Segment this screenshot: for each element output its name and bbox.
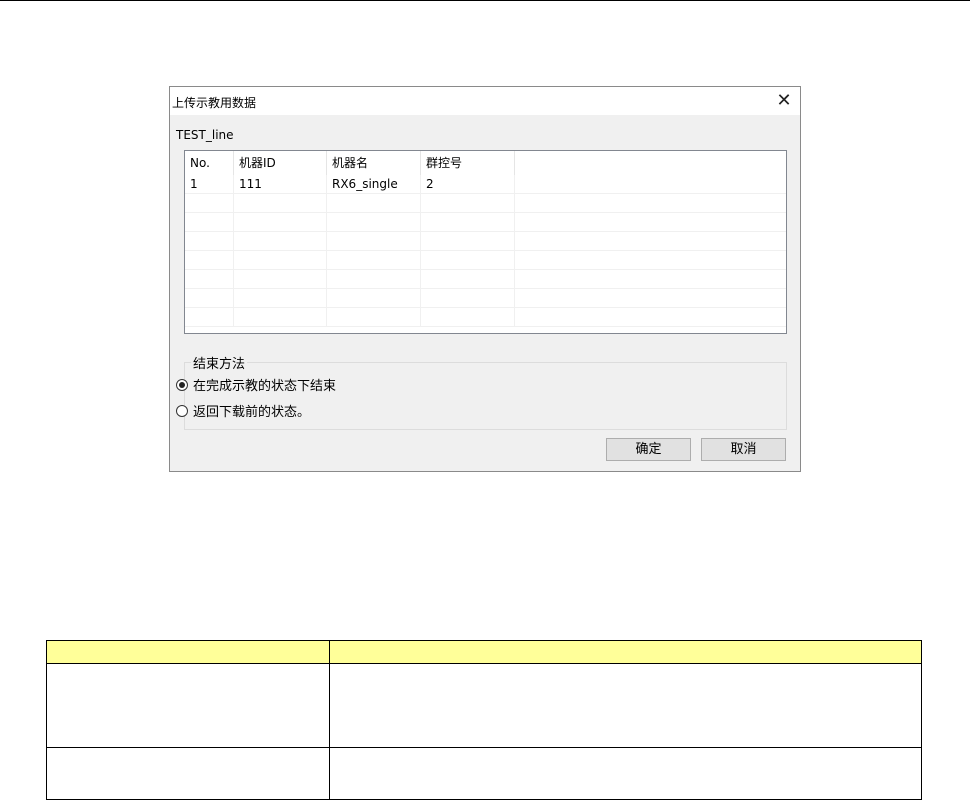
page-top-rule <box>0 0 970 1</box>
empty-row <box>185 251 786 270</box>
radio-label: 在完成示教的状态下结束 <box>193 379 337 394</box>
empty-row <box>185 194 786 213</box>
column-header-filler <box>515 151 786 175</box>
doc-table-cell <box>329 747 922 800</box>
list-item[interactable]: 1 111 RX6_single 2 <box>185 175 786 194</box>
list-header: No. 机器ID 机器名 群控号 <box>185 151 786 175</box>
empty-row <box>185 232 786 251</box>
doc-table-cell <box>46 663 330 748</box>
radio-unchecked-icon[interactable] <box>176 404 188 417</box>
doc-table-cell <box>46 747 330 800</box>
radio-finish-with-teach-state[interactable]: 在完成示教的状态下结束 <box>176 375 336 394</box>
cell-filler <box>515 175 786 193</box>
robot-list[interactable]: No. 机器ID 机器名 群控号 1 111 RX6_single 2 <box>184 150 787 334</box>
column-header-robot-name[interactable]: 机器名 <box>327 151 421 175</box>
cell-group-no: 2 <box>421 175 515 193</box>
column-header-robot-id[interactable]: 机器ID <box>234 151 327 175</box>
empty-row <box>185 289 786 308</box>
end-method-label: 结束方法 <box>191 353 248 372</box>
close-icon[interactable]: ✕ <box>772 89 796 113</box>
doc-table <box>46 640 922 800</box>
column-header-no[interactable]: No. <box>185 151 234 175</box>
doc-table-header-cell <box>329 640 922 664</box>
line-name-label: TEST_line <box>176 128 234 142</box>
empty-row <box>185 270 786 289</box>
doc-table-header-cell <box>46 640 330 664</box>
cancel-button[interactable]: 取消 <box>701 438 786 461</box>
radio-checked-icon[interactable] <box>176 378 188 391</box>
cell-robot-id: 111 <box>234 175 327 193</box>
dialog-title: 上传示教用数据 <box>172 96 257 110</box>
empty-row <box>185 213 786 232</box>
upload-teach-data-dialog: 上传示教用数据 ✕ TEST_line No. 机器ID 机器名 群控号 1 1… <box>169 86 801 472</box>
empty-row <box>185 308 786 327</box>
column-header-group-no[interactable]: 群控号 <box>421 151 515 175</box>
dialog-titlebar: 上传示教用数据 ✕ <box>170 87 800 115</box>
radio-return-to-previous-state[interactable]: 返回下载前的状态。 <box>176 401 310 420</box>
radio-label: 返回下载前的状态。 <box>193 405 311 420</box>
cell-no: 1 <box>185 175 234 193</box>
doc-table-cell <box>329 663 922 748</box>
ok-button[interactable]: 确定 <box>606 438 691 461</box>
cell-robot-name: RX6_single <box>327 175 421 193</box>
